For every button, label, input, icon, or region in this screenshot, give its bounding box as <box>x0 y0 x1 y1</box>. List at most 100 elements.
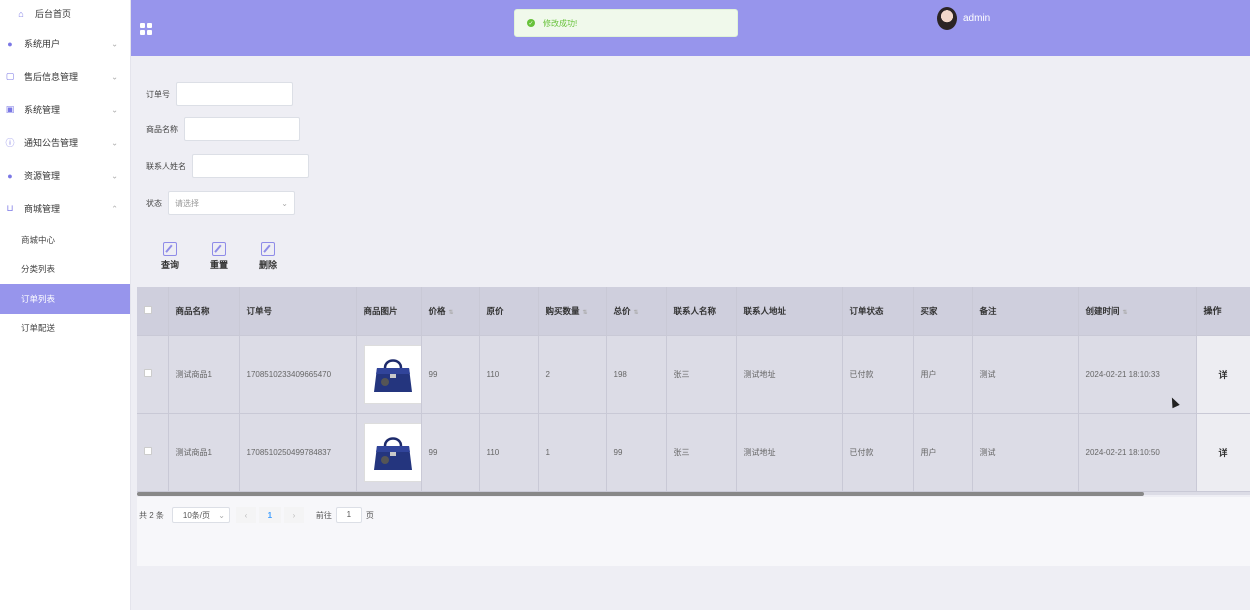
orders-table: 商品名称 订单号 商品图片 价格 ⇅ 原价 购买数量 ⇅ 总价 ⇅ 联系人名称 联系人… <box>137 287 1250 495</box>
orig-price-cell: 110 <box>479 413 539 492</box>
user-menu[interactable]: admin <box>937 7 990 30</box>
address-cell: 测试地址 <box>736 413 843 492</box>
column-header: 商品名称 <box>168 287 240 336</box>
created-cell: 2024-02-21 18:10:50 <box>1078 413 1197 492</box>
detail-button[interactable]: 详 <box>1196 335 1250 414</box>
row-checkbox[interactable] <box>144 369 152 377</box>
product-image[interactable] <box>363 344 420 404</box>
next-page-button[interactable]: › <box>283 507 304 523</box>
column-header-created[interactable]: 创建时间 ⇅ <box>1078 287 1197 336</box>
status-cell: 已付款 <box>842 335 914 414</box>
reset-button[interactable]: 重置 <box>206 242 232 271</box>
sidebar-subitem-label: 商城中心 <box>21 234 56 245</box>
query-button-label: 查询 <box>160 260 179 270</box>
row-checkbox[interactable] <box>144 447 152 455</box>
sidebar-item-resources[interactable]: ● 资源管理 ⌄ <box>0 159 130 192</box>
column-header: 原价 <box>479 287 539 336</box>
delete-button[interactable]: 删除 <box>255 242 281 271</box>
chevron-down-icon: ⌄ <box>111 39 118 48</box>
status-cell: 已付款 <box>842 413 914 492</box>
column-header: 订单号 <box>239 287 357 336</box>
chevron-up-icon: ⌃ <box>111 204 118 213</box>
select-all-checkbox[interactable] <box>144 305 152 314</box>
menu-grid-icon[interactable] <box>140 23 152 35</box>
sidebar-subitem-category-list[interactable]: 分类列表 <box>0 255 130 285</box>
sidebar-item-after-sales[interactable]: ▢ 售后信息管理 ⌄ <box>0 60 130 93</box>
price-cell: 99 <box>421 413 480 492</box>
edit-icon <box>212 242 226 256</box>
contact-cell: 张三 <box>666 413 737 492</box>
column-header-label: 总价 <box>613 305 631 316</box>
column-header-price[interactable]: 价格 ⇅ <box>421 287 480 336</box>
table-header-row: 商品名称 订单号 商品图片 价格 ⇅ 原价 购买数量 ⇅ 总价 ⇅ 联系人名称 联系人… <box>137 287 1250 336</box>
status-select[interactable]: 请选择 ⌄ <box>168 191 295 215</box>
total-cell: 99 <box>606 413 667 492</box>
total-cell: 198 <box>606 335 667 414</box>
goto-page-input[interactable]: 1 <box>335 507 362 523</box>
status-label: 状态 <box>146 198 162 208</box>
sidebar-subitem-mall-center[interactable]: 商城中心 <box>0 225 130 255</box>
detail-button[interactable]: 详 <box>1196 413 1250 492</box>
sort-icon[interactable]: ⇅ <box>634 310 639 316</box>
chevron-down-icon: ⌄ <box>111 171 118 180</box>
query-button[interactable]: 查询 <box>157 242 183 271</box>
order-no-cell: 1708510250499784837 <box>239 413 357 492</box>
column-header-total[interactable]: 总价 ⇅ <box>606 287 667 336</box>
sidebar-item-label: 资源管理 <box>24 171 61 181</box>
image-icon: ▣ <box>5 104 15 114</box>
chevron-down-icon: ⌄ <box>281 198 288 208</box>
edit-icon <box>261 242 275 256</box>
avatar <box>937 7 957 30</box>
horizontal-scrollbar[interactable] <box>137 492 1144 496</box>
column-header-label: 购买数量 <box>545 305 580 316</box>
delete-button-label: 删除 <box>258 260 277 270</box>
product-name-label: 商品名称 <box>146 124 178 134</box>
sort-icon[interactable]: ⇅ <box>449 310 454 316</box>
order-no-input[interactable] <box>176 82 293 106</box>
sidebar-subitem-label: 订单列表 <box>21 293 56 304</box>
product-name-cell: 测试商品1 <box>168 413 240 492</box>
orig-price-cell: 110 <box>479 335 539 414</box>
chevron-down-icon: ⌄ <box>111 72 118 81</box>
sidebar-item-notices[interactable]: ⓘ 通知公告管理 ⌄ <box>0 126 130 159</box>
page-size-select[interactable]: 10条/页 ⌄ <box>171 507 230 523</box>
sidebar-subitem-order-delivery[interactable]: 订单配送 <box>0 314 130 344</box>
column-header: 买家 <box>913 287 973 336</box>
contact-name-field-row: 联系人姓名 <box>146 154 309 178</box>
username: admin <box>963 13 991 24</box>
sidebar-item-system-manage[interactable]: ▣ 系统管理 ⌄ <box>0 93 130 126</box>
column-header: 备注 <box>972 287 1079 336</box>
sidebar-subitem-label: 分类列表 <box>21 264 56 275</box>
column-header: 订单状态 <box>842 287 914 336</box>
product-name-field-row: 商品名称 <box>146 117 300 141</box>
column-header: 商品图片 <box>356 287 422 336</box>
table-row: 测试商品1 1708510233409665470 99 110 2 198 张… <box>137 335 1250 414</box>
prev-page-button[interactable]: ‹ <box>235 507 256 523</box>
product-image[interactable] <box>363 422 420 482</box>
sidebar-item-label: 售后信息管理 <box>24 72 79 82</box>
edit-icon <box>163 242 177 256</box>
select-all-cell[interactable] <box>137 287 169 336</box>
sidebar-item-label: 商城管理 <box>24 204 61 214</box>
column-header-label: 价格 <box>428 305 446 316</box>
sidebar-subitem-order-list[interactable]: 订单列表 <box>0 284 130 314</box>
pagination-area: 共 2 条 10条/页 ⌄ ‹ 1 › 前往 1 页 <box>137 497 1250 566</box>
order-no-field-row: 订单号 <box>146 82 293 106</box>
row-select-cell[interactable] <box>137 335 169 414</box>
page-number[interactable]: 1 <box>258 507 281 523</box>
sidebar-item-system-users[interactable]: ● 系统用户 ⌄ <box>0 27 130 60</box>
address-cell: 测试地址 <box>736 335 843 414</box>
column-header-qty[interactable]: 购买数量 ⇅ <box>538 287 607 336</box>
column-header-label: 创建时间 <box>1085 305 1120 316</box>
product-image-cell <box>356 335 422 414</box>
row-select-cell[interactable] <box>137 413 169 492</box>
sidebar-subitem-label: 订单配送 <box>21 323 56 334</box>
sort-icon[interactable]: ⇅ <box>583 310 588 316</box>
product-name-input[interactable] <box>184 117 300 141</box>
sidebar-item-mall[interactable]: ⊔ 商城管理 ⌃ <box>0 192 130 225</box>
sidebar-item-home[interactable]: ⌂ 后台首页 <box>0 0 130 27</box>
sidebar-item-label: 后台首页 <box>35 9 72 19</box>
contact-name-input[interactable] <box>192 154 309 178</box>
total-count: 共 2 条 <box>139 510 164 520</box>
sort-icon[interactable]: ⇅ <box>1123 310 1128 316</box>
